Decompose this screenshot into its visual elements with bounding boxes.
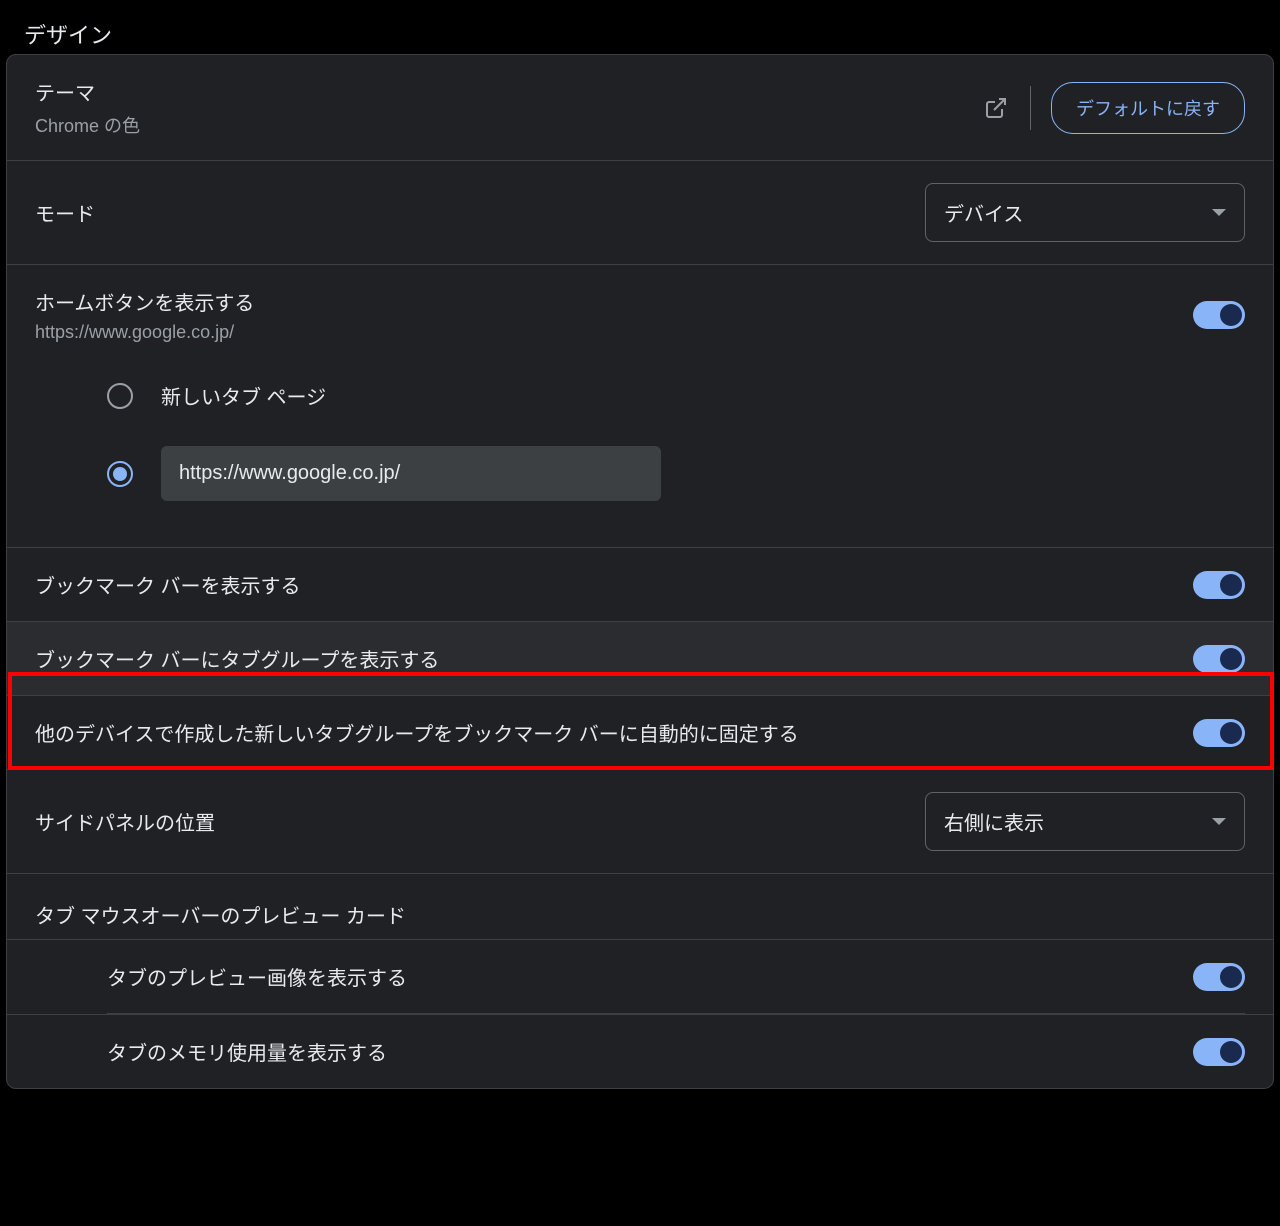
auto-pin-tab-groups-row: 他のデバイスで作成した新しいタブグループをブックマーク バーに自動的に固定する xyxy=(7,696,1273,770)
home-button-options: 新しいタブ ページ xyxy=(7,353,1273,548)
radio-custom-url-row xyxy=(107,428,1245,519)
radio-new-tab-row: 新しいタブ ページ xyxy=(107,363,1245,428)
mode-select[interactable]: デバイス xyxy=(925,183,1245,242)
mode-select-value: デバイス xyxy=(944,198,1023,227)
open-external-icon[interactable] xyxy=(982,94,1010,122)
home-button-row: ホームボタンを表示する https://www.google.co.jp/ xyxy=(7,265,1273,353)
tab-groups-bookmark-bar-toggle[interactable] xyxy=(1193,645,1245,673)
tab-memory-usage-toggle[interactable] xyxy=(1193,1038,1245,1066)
theme-sublabel: Chrome の色 xyxy=(35,112,140,138)
divider xyxy=(1030,86,1031,130)
tab-preview-image-toggle[interactable] xyxy=(1193,963,1245,991)
radio-custom-url[interactable] xyxy=(107,461,133,487)
home-button-label: ホームボタンを表示する xyxy=(35,287,254,316)
radio-new-tab[interactable] xyxy=(107,383,133,409)
theme-label: テーマ xyxy=(35,77,140,106)
home-button-sublabel: https://www.google.co.jp/ xyxy=(35,322,254,343)
tab-groups-bookmark-bar-row: ブックマーク バーにタブグループを表示する xyxy=(7,622,1273,696)
tab-preview-image-label: タブのプレビュー画像を表示する xyxy=(107,962,407,991)
home-url-input[interactable] xyxy=(161,446,661,501)
mode-row: モード デバイス xyxy=(7,161,1273,265)
auto-pin-tab-groups-toggle[interactable] xyxy=(1193,719,1245,747)
bookmark-bar-label: ブックマーク バーを表示する xyxy=(35,570,301,599)
chevron-down-icon xyxy=(1212,209,1226,216)
auto-pin-tab-groups-label: 他のデバイスで作成した新しいタブグループをブックマーク バーに自動的に固定する xyxy=(35,718,799,747)
tab-memory-usage-label: タブのメモリ使用量を表示する xyxy=(107,1037,387,1066)
tab-groups-bookmark-bar-label: ブックマーク バーにタブグループを表示する xyxy=(35,644,439,673)
tab-hover-title: タブ マウスオーバーのプレビュー カード xyxy=(7,874,1273,939)
bookmark-bar-toggle[interactable] xyxy=(1193,571,1245,599)
reset-default-button[interactable]: デフォルトに戻す xyxy=(1051,82,1245,134)
mode-label: モード xyxy=(35,198,95,227)
home-button-toggle[interactable] xyxy=(1193,301,1245,329)
section-title: デザイン xyxy=(6,6,1274,54)
side-panel-label: サイドパネルの位置 xyxy=(35,807,215,836)
settings-panel: テーマ Chrome の色 デフォルトに戻す モード デバイス xyxy=(6,54,1274,1089)
tab-memory-usage-row: タブのメモリ使用量を表示する xyxy=(7,1014,1273,1088)
side-panel-select-value: 右側に表示 xyxy=(944,807,1044,836)
radio-new-tab-label: 新しいタブ ページ xyxy=(161,381,326,410)
tab-preview-image-row: タブのプレビュー画像を表示する xyxy=(7,939,1273,1013)
bookmark-bar-row: ブックマーク バーを表示する xyxy=(7,548,1273,622)
chevron-down-icon xyxy=(1212,818,1226,825)
theme-row: テーマ Chrome の色 デフォルトに戻す xyxy=(7,55,1273,161)
side-panel-select[interactable]: 右側に表示 xyxy=(925,792,1245,851)
side-panel-row: サイドパネルの位置 右側に表示 xyxy=(7,770,1273,874)
